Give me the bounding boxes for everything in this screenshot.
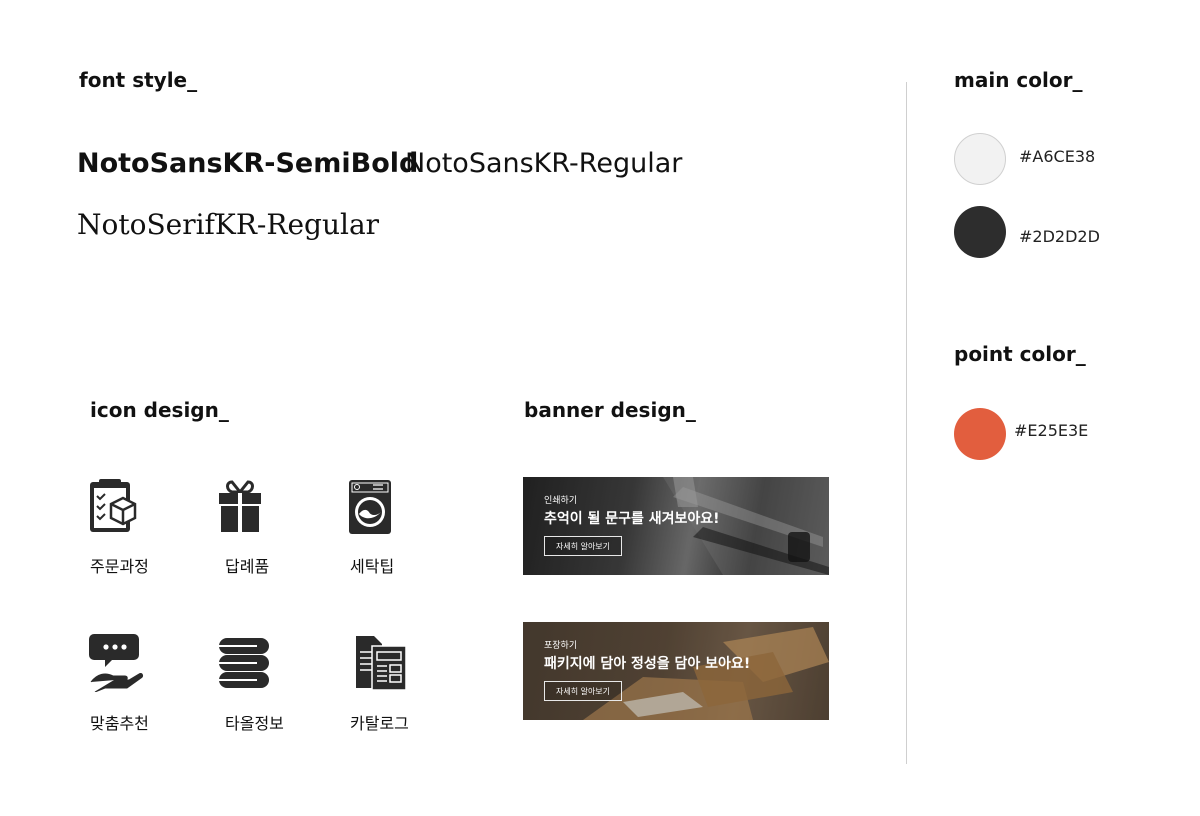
icon-design-heading: icon design_ (90, 398, 229, 422)
icon-label-order: 주문과정 (90, 557, 149, 576)
icon-label-gift: 답례품 (225, 557, 270, 576)
clipboard-box-icon (85, 476, 145, 536)
towel-stack-icon (215, 632, 275, 692)
icon-label-recommend: 맞춤추천 (90, 714, 149, 733)
banner-print-title: 추억이 될 문구를 새겨보아요! (544, 511, 720, 527)
washing-machine-icon (345, 476, 405, 536)
vertical-divider (906, 82, 907, 764)
font-sample-semibold: NotoSansKR-SemiBold (77, 148, 419, 179)
icon-label-laundry: 세탁팁 (350, 557, 395, 576)
banner-print-learn-more-button[interactable]: 자세히 알아보기 (544, 536, 622, 556)
gift-icon (212, 476, 272, 536)
banner-package-title: 패키지에 담아 정성을 담아 보아요! (544, 656, 751, 672)
main-color-swatch-dark (954, 206, 1006, 258)
font-sample-regular: NotoSansKR-Regular (405, 148, 683, 179)
point-color-heading: point color_ (954, 342, 1086, 366)
chat-hand-icon (86, 632, 146, 693)
main-color-swatch-light (954, 133, 1006, 185)
icon-label-catalog: 카탈로그 (350, 714, 409, 733)
banner-package-category: 포장하기 (544, 641, 578, 651)
main-color-heading: main color_ (954, 68, 1083, 92)
point-color-swatch (954, 408, 1006, 460)
point-color-label: #E25E3E (1014, 421, 1089, 440)
banner-package[interactable]: 포장하기 패키지에 담아 정성을 담아 보아요! 자세히 알아보기 (523, 622, 829, 720)
banner-package-learn-more-button[interactable]: 자세히 알아보기 (544, 681, 622, 701)
main-color-label-2: #2D2D2D (1019, 227, 1100, 246)
icon-label-towel: 타올정보 (225, 714, 284, 733)
banner-print[interactable]: 인쇄하기 추억이 될 문구를 새겨보아요! 자세히 알아보기 (523, 477, 829, 575)
catalog-icon (350, 632, 410, 692)
main-color-label-1: #A6CE38 (1019, 147, 1096, 166)
banner-design-heading: banner design_ (524, 398, 696, 422)
font-style-heading: font style_ (79, 68, 198, 92)
banner-print-category: 인쇄하기 (544, 496, 578, 506)
font-sample-serif: NotoSerifKR-Regular (77, 208, 380, 241)
